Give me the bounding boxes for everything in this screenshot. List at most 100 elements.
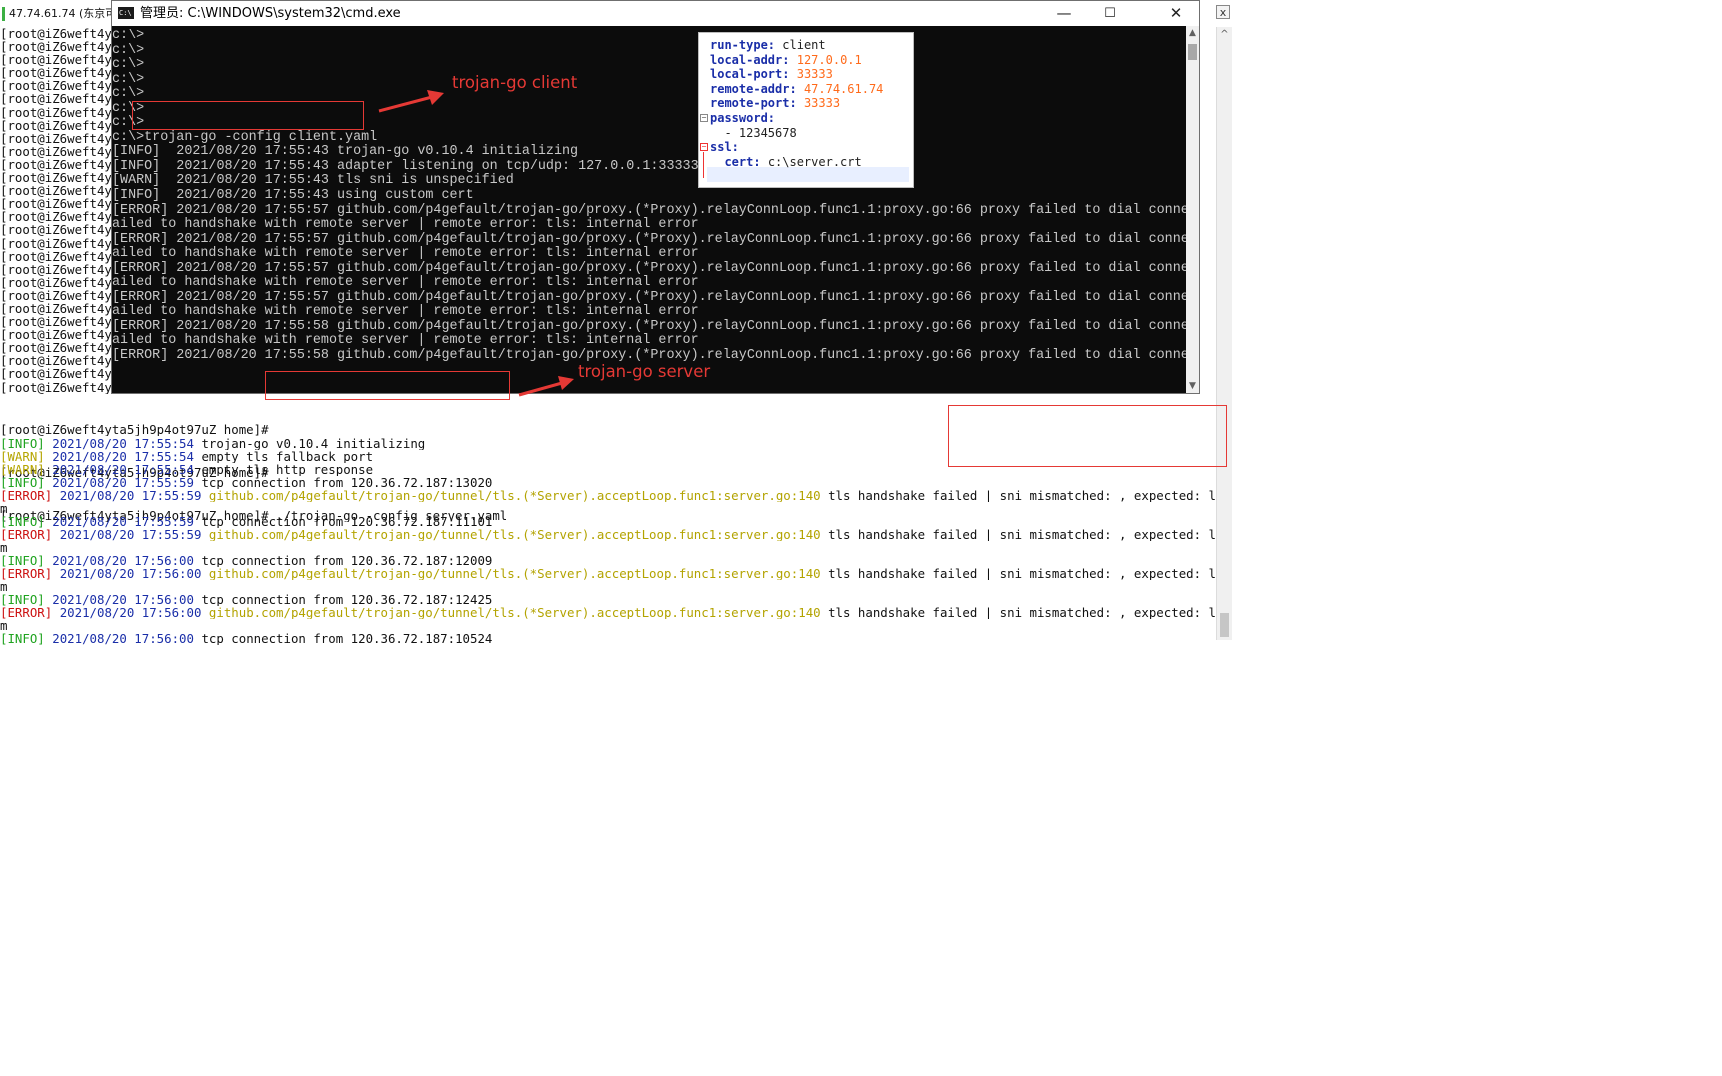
- log-message: tls handshake failed | sni mismatched: ,…: [828, 567, 1216, 580]
- cmd-scroll-thumb[interactable]: [1188, 44, 1197, 60]
- yaml-value: c:\server.crt: [767, 154, 862, 169]
- yaml-value: 127.0.0.1: [796, 52, 862, 67]
- ssh-prompt-column: [root@iZ6weft4y [root@iZ6weft4y [root@iZ6w…: [0, 27, 124, 394]
- ssh-prompt-line: [root@iZ6weft4y: [0, 91, 112, 107]
- fold-toggle-icon[interactable]: −: [700, 114, 708, 122]
- log-level-tag: [INFO]: [0, 593, 45, 606]
- yaml-line: remote-addr: 47.74.61.74: [710, 82, 883, 97]
- connection-status-indicator: [2, 7, 5, 21]
- yaml-line: run-type: client: [710, 38, 883, 53]
- console-line: [ERROR] 2021/08/20 17:55:57 github.com/p…: [112, 289, 1186, 305]
- log-timestamp: 2021/08/20 17:55:59: [52, 515, 194, 528]
- console-line: [INFO] 2021/08/20 17:55:43 adapter liste…: [112, 158, 699, 174]
- yaml-line: remote-port: 33333: [710, 96, 883, 111]
- log-message: tcp connection from 120.36.72.187:12009: [201, 554, 493, 567]
- ssh-scroll-up-icon[interactable]: ^: [1217, 29, 1232, 40]
- fold-guide-line: [703, 152, 704, 178]
- cmd-console-output[interactable]: c:\> c:\> c:\> c:\> c:\> c:\> c:\> c:\>trojan-g…: [112, 29, 1186, 389]
- yaml-line: local-addr: 127.0.0.1: [710, 53, 883, 68]
- yaml-key: password:: [710, 110, 776, 125]
- fold-toggle-icon[interactable]: −: [700, 143, 708, 151]
- ssh-prompt-line: [root@iZ6weft4y: [0, 117, 112, 133]
- yaml-line: ssl:: [710, 140, 883, 155]
- cmd-titlebar[interactable]: C:\ 管理员: C:\WINDOWS\system32\cmd.exe — ☐…: [112, 1, 1199, 26]
- server-log-line: m: [0, 502, 1216, 515]
- log-level-tag: [WARN]: [0, 463, 45, 476]
- log-timestamp: 2021/08/20 17:56:00: [52, 632, 194, 645]
- ssh-title-text: 47.74.61.74 (东京可: [9, 7, 117, 20]
- yaml-key: ssl:: [710, 140, 739, 155]
- log-timestamp: 2021/08/20 17:56:00: [52, 554, 194, 567]
- console-line: ailed to handshake with remote server | …: [112, 333, 699, 349]
- ssh-prompt-line: [root@iZ6weft4y: [0, 379, 112, 394]
- maximize-button[interactable]: ☐: [1087, 1, 1133, 26]
- log-level-tag: [ERROR]: [0, 489, 53, 502]
- ssh-prompt-line: [root@iZ6weft4y: [0, 248, 112, 264]
- cmd-scrollbar[interactable]: ▲ ▼: [1186, 26, 1199, 393]
- console-line: [ERROR] 2021/08/20 17:55:57 github.com/p…: [112, 260, 1186, 276]
- client-command-highlight-box: [132, 101, 364, 130]
- server-log-output: [INFO] 2021/08/20 17:55:54 trojan-go v0.…: [0, 437, 1216, 645]
- log-message: tls handshake failed | sni mismatched: ,…: [828, 606, 1216, 619]
- yaml-value: 47.74.61.74: [803, 81, 884, 96]
- server-log-line: m: [0, 541, 1216, 554]
- console-line: c:\>: [112, 42, 145, 58]
- client-annotation-label: trojan-go client: [452, 73, 578, 92]
- console-line: c:\>trojan-go -config client.yaml: [112, 129, 378, 145]
- yaml-value: 33333: [803, 96, 841, 111]
- console-line: ailed to handshake with remote server | …: [112, 217, 699, 233]
- sni-mismatch-highlight-box: [948, 405, 1227, 467]
- ssh-prompt-line: [root@iZ6weft4y: [0, 104, 112, 120]
- console-line: [INFO] 2021/08/20 17:55:43 using custom …: [112, 188, 474, 204]
- minimize-button[interactable]: —: [1041, 1, 1087, 26]
- console-line: c:\>: [112, 29, 145, 43]
- log-level-tag: [WARN]: [0, 450, 45, 463]
- scroll-down-arrow-icon[interactable]: ▼: [1186, 381, 1199, 391]
- log-level-tag: [INFO]: [0, 554, 45, 567]
- ssh-prompt-line: [root@iZ6weft4y: [0, 366, 112, 382]
- log-source: github.com/p4gefault/trojan-go/tunnel/tl…: [208, 567, 821, 580]
- console-line: [ERROR] 2021/08/20 17:55:58 github.com/p…: [112, 318, 1186, 334]
- log-message: tcp connection from 120.36.72.187:12425: [201, 593, 493, 606]
- scroll-up-arrow-icon[interactable]: ▲: [1186, 28, 1199, 38]
- console-line: [ERROR] 2021/08/20 17:55:57 github.com/p…: [112, 202, 1186, 218]
- log-timestamp: 2021/08/20 17:55:54: [52, 463, 194, 476]
- cmd-window[interactable]: C:\ 管理员: C:\WINDOWS\system32\cmd.exe — ☐…: [111, 0, 1200, 394]
- ssh-scrollbar[interactable]: ^: [1216, 27, 1232, 640]
- log-message: tcp connection from 120.36.72.187:13020: [201, 476, 493, 489]
- yaml-key: local-addr:: [710, 52, 790, 67]
- log-message: empty tls http response: [201, 463, 374, 476]
- ssh-window-title[interactable]: 47.74.61.74 (东京可: [0, 0, 128, 27]
- server-log-line: [ERROR] 2021/08/20 17:56:00 github.com/p…: [0, 567, 1216, 580]
- yaml-value: - 12345678: [710, 125, 797, 140]
- log-timestamp: 2021/08/20 17:56:00: [59, 567, 202, 580]
- server-log-line: m: [0, 580, 1216, 593]
- ssh-prompt-line: [root@iZ6weft4y: [0, 235, 112, 251]
- ssh-close-button[interactable]: x: [1216, 5, 1230, 19]
- yaml-key: run-type:: [710, 38, 776, 52]
- ssh-scroll-thumb[interactable]: [1220, 613, 1229, 637]
- log-source: github.com/p4gefault/trojan-go/tunnel/tl…: [208, 606, 821, 619]
- log-level-tag: [INFO]: [0, 632, 45, 645]
- server-log-line: [ERROR] 2021/08/20 17:55:59 github.com/p…: [0, 528, 1216, 541]
- server-log-line: [INFO] 2021/08/20 17:56:00 tcp connectio…: [0, 554, 1216, 567]
- server-arrow-icon: [518, 376, 574, 397]
- server-log-line: [INFO] 2021/08/20 17:56:00 tcp connectio…: [0, 593, 1216, 606]
- close-button[interactable]: ✕: [1153, 1, 1199, 26]
- yaml-value: 33333: [796, 67, 833, 82]
- log-message: trojan-go v0.10.4 initializing: [201, 437, 426, 450]
- yaml-value: client: [782, 38, 826, 52]
- log-level-tag: [INFO]: [0, 437, 45, 450]
- console-line: c:\>: [112, 71, 145, 87]
- log-level-tag: [ERROR]: [0, 606, 53, 619]
- yaml-line: cert: c:\server.crt: [710, 155, 883, 170]
- log-timestamp: 2021/08/20 17:56:00: [52, 593, 194, 606]
- console-line: ailed to handshake with remote server | …: [112, 275, 699, 291]
- ssh-prompt-line: [root@iZ6weft4y: [0, 222, 112, 238]
- ssh-prompt-line: [root@iZ6weft4y: [0, 274, 112, 290]
- yaml-key: remote-addr:: [710, 81, 797, 96]
- cmd-app-icon: C:\: [118, 7, 134, 19]
- cmd-window-title: 管理员: C:\WINDOWS\system32\cmd.exe: [140, 6, 401, 21]
- log-message: empty tls fallback port: [201, 450, 374, 463]
- yaml-key: cert:: [710, 154, 761, 169]
